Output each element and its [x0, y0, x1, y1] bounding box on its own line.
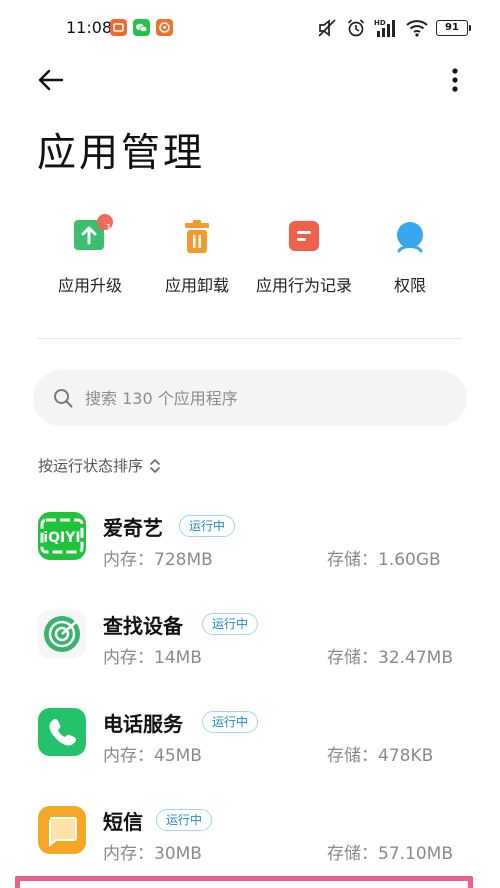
app-name: 短信 — [103, 810, 143, 834]
status-badge: 运行中 — [202, 613, 259, 635]
find-device-app-icon — [38, 610, 86, 658]
search-input[interactable] — [85, 370, 445, 426]
wechat-notification-icon — [133, 19, 150, 36]
quick-action-label: 应用升级 — [57, 276, 122, 295]
phone-service-app-icon — [38, 708, 86, 756]
status-time: 11:08 — [66, 18, 113, 37]
search-icon — [54, 389, 73, 408]
divider — [38, 338, 462, 339]
alarm-icon — [347, 19, 365, 37]
list-item[interactable]: 查找设备 运行中 内存：14MB 存储：32.47MB — [0, 610, 500, 700]
permission-action[interactable]: 权限 — [350, 220, 470, 300]
svg-text:iQIYI: iQIYI — [43, 530, 80, 546]
mute-icon — [318, 19, 336, 37]
app-memory: 内存：14MB — [103, 648, 202, 668]
app-storage: 存储：57.10MB — [327, 844, 453, 864]
uninstall-trash-icon — [181, 220, 213, 253]
app-memory: 内存：728MB — [103, 550, 213, 570]
highlight-frame — [15, 876, 473, 888]
upgrade-badge: 11 — [105, 223, 119, 234]
back-arrow-icon — [38, 69, 64, 91]
app-upgrade-action[interactable]: 11 应用升级 — [30, 214, 150, 300]
status-badge: 运行中 — [202, 711, 259, 733]
status-badge: 运行中 — [156, 809, 213, 831]
svg-text:HD: HD — [374, 19, 386, 27]
list-item[interactable]: 电话服务 运行中 内存：45MB 存储：478KB — [0, 708, 500, 798]
status-bar: 11:08 HD 91 — [0, 0, 500, 56]
app-behavior-record-action[interactable]: 应用行为记录 — [244, 220, 364, 300]
wifi-icon — [406, 20, 428, 37]
permission-icon — [394, 220, 426, 253]
messages-app-icon — [38, 806, 86, 854]
taobao-notification-icon — [156, 19, 173, 36]
page-title: 应用管理 — [37, 131, 206, 176]
iqiyi-app-icon: iQIYI — [38, 512, 86, 560]
sort-label: 按运行状态排序 — [38, 457, 144, 475]
app-name: 爱奇艺 — [103, 516, 163, 540]
search-box[interactable] — [33, 370, 467, 426]
sort-selector[interactable]: 按运行状态排序 — [38, 455, 161, 476]
app-name: 电话服务 — [103, 712, 183, 736]
back-button[interactable] — [34, 63, 68, 97]
upgrade-icon — [74, 214, 113, 252]
status-badge: 运行中 — [179, 515, 236, 537]
status-icons: HD 91 — [316, 17, 471, 39]
app-storage: 存储：478KB — [327, 746, 434, 766]
app-storage: 存储：32.47MB — [327, 648, 453, 668]
app-memory: 内存：30MB — [103, 844, 202, 864]
hd-signal-icon: HD — [374, 19, 395, 37]
more-options-button[interactable] — [440, 63, 470, 97]
app-storage: 存储：1.60GB — [327, 550, 441, 570]
quick-action-label: 应用卸载 — [164, 276, 229, 295]
notification-app-icon — [110, 19, 127, 36]
behavior-record-icon — [288, 220, 320, 252]
quick-action-label: 应用行为记录 — [255, 276, 352, 295]
quick-action-label: 权限 — [393, 276, 426, 295]
app-uninstall-action[interactable]: 应用卸载 — [137, 220, 257, 300]
more-vertical-icon — [452, 68, 458, 92]
battery-indicator: 91 — [436, 20, 471, 36]
app-memory: 内存：45MB — [103, 746, 202, 766]
app-name: 查找设备 — [103, 614, 183, 638]
list-item[interactable]: iQIYI 爱奇艺 运行中 内存：728MB 存储：1.60GB — [0, 512, 500, 602]
sort-toggle-icon — [150, 458, 160, 473]
